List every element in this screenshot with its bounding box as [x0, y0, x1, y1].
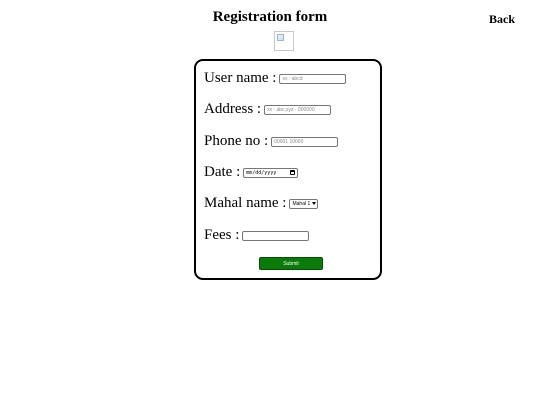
- fees-input[interactable]: [242, 230, 310, 241]
- submit-button[interactable]: Submit: [259, 257, 323, 270]
- mahal-selected-value: Mahal 1: [292, 200, 311, 207]
- page-title: Registration form: [212, 9, 328, 25]
- calendar-icon[interactable]: [290, 170, 296, 175]
- back-link[interactable]: Back: [489, 12, 515, 27]
- address-row: Address :: [204, 101, 332, 118]
- username-input[interactable]: [279, 73, 347, 84]
- mahal-select[interactable]: Mahal 1: [289, 198, 319, 209]
- date-row: Date : mm/dd/yyyy: [204, 164, 299, 181]
- username-row: User name :: [204, 70, 347, 87]
- address-input[interactable]: [264, 104, 332, 115]
- chevron-down-icon: [312, 202, 317, 205]
- date-label: Date :: [204, 164, 241, 180]
- username-label: User name :: [204, 70, 277, 86]
- phone-input[interactable]: [271, 136, 339, 147]
- broken-image-icon: [274, 31, 294, 51]
- mahal-label: Mahal name :: [204, 195, 287, 211]
- phone-row: Phone no :: [204, 133, 339, 150]
- registration-form: User name : Address : Phone no : Date : …: [194, 59, 382, 280]
- address-label: Address :: [204, 101, 262, 117]
- fees-label: Fees :: [204, 227, 240, 243]
- mahal-row: Mahal name : Mahal 1: [204, 195, 319, 212]
- image-placeholder-icon: [277, 34, 284, 41]
- date-placeholder: mm/dd/yyyy: [246, 169, 277, 176]
- date-input[interactable]: mm/dd/yyyy: [243, 167, 299, 178]
- phone-label: Phone no :: [204, 133, 269, 149]
- fees-row: Fees :: [204, 227, 310, 244]
